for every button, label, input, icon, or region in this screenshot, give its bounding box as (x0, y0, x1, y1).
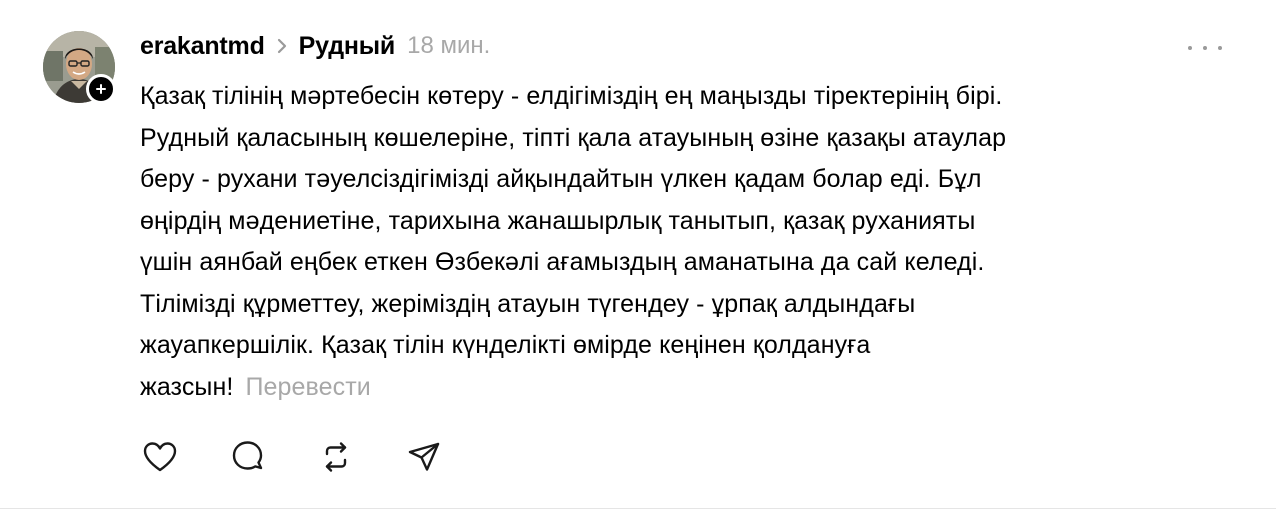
translate-link[interactable]: Перевести (245, 373, 370, 401)
topic-tag[interactable]: Рудный (299, 32, 396, 61)
post-body-line: Рудный қаласының көшелеріне, тіпті қала … (140, 123, 1007, 152)
action-bar (140, 437, 492, 477)
like-button[interactable] (140, 437, 180, 477)
share-button[interactable] (404, 437, 444, 477)
post-card: erakantmd Рудный 18 мин. Қазақ тілінің м… (0, 0, 1276, 509)
avatar-container[interactable] (43, 31, 117, 105)
repost-button[interactable] (316, 437, 356, 477)
send-icon (408, 442, 440, 471)
post-body-line: үшін аянбай еңбек еткен Өзбекәлі ағамызд… (140, 248, 985, 276)
reply-button[interactable] (228, 437, 268, 477)
post-body-line-text: жазсын! (140, 372, 234, 401)
comment-bubble-icon (232, 441, 263, 470)
post-body: Қазақ тілінің мәртебесін көтеру - елдігі… (140, 76, 1240, 408)
post-time[interactable]: 18 мин. (407, 32, 490, 60)
dot (1203, 46, 1207, 50)
heart-icon (143, 442, 177, 472)
more-dots-icon[interactable] (1188, 38, 1222, 58)
post-header: erakantmd Рудный 18 мин. (140, 29, 490, 63)
dot (1188, 46, 1192, 50)
chevron-right-icon (265, 33, 299, 59)
post-body-line: жауапкершілік. Қазақ тілін күнделікті өм… (140, 331, 871, 359)
post-body-line: беру - рухани тәуелсіздігімізді айқындай… (140, 165, 982, 193)
username[interactable]: erakantmd (140, 32, 265, 61)
post-body-line: өңірдің мәдениетіне, тарихына жанашырлық… (140, 206, 976, 235)
post-body-last-line: жазсын! Перевести (140, 367, 1240, 409)
repost-icon (325, 442, 347, 472)
dot (1218, 46, 1222, 50)
plus-icon[interactable] (86, 74, 116, 104)
post-body-line: Тілімізді құрметтеу, жеріміздің атауын т… (140, 289, 916, 318)
post-body-line: Қазақ тілінің мәртебесін көтеру - елдігі… (140, 82, 1003, 110)
